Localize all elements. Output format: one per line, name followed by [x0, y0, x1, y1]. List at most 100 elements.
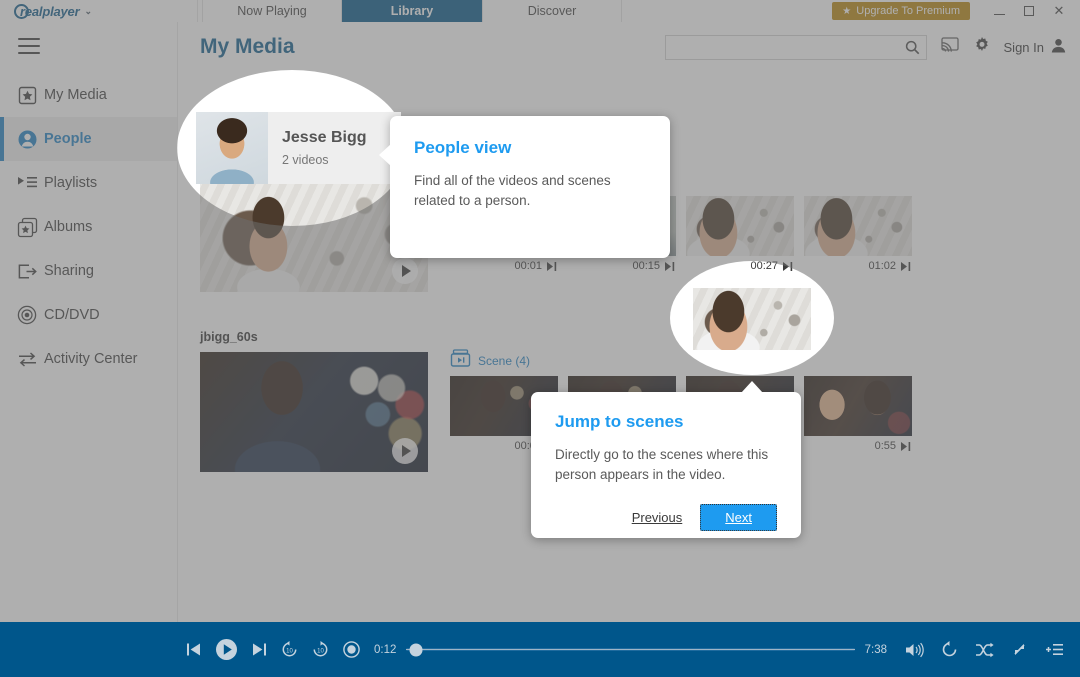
next-button[interactable]: Next [700, 504, 777, 531]
sidebar-item-label: People [44, 131, 92, 147]
tooltip-tail [379, 144, 391, 166]
window-controls-area: ★ Upgrade To Premium ✕ [832, 0, 1080, 22]
coachmark-body: Find all of the videos and scenes relate… [414, 171, 646, 210]
shuffle-icon[interactable] [975, 642, 994, 658]
maximize-button[interactable] [1014, 0, 1044, 22]
coachmark-actions: Previous Next [555, 504, 777, 531]
scene-time: 01:02 [868, 260, 896, 272]
sidebar-item-cd-dvd[interactable]: CD/DVD [0, 293, 177, 337]
sidebar-item-label: Playlists [44, 175, 97, 191]
player-bar: 10 10 0:12 7:38 [0, 622, 1080, 677]
sidebar: My Media People Playlists Albums Sharing [0, 22, 178, 622]
play-to-end-icon [547, 262, 558, 271]
sidebar-item-activity-center[interactable]: Activity Center [0, 337, 177, 381]
page-title: My Media [200, 35, 295, 59]
upgrade-to-premium-button[interactable]: ★ Upgrade To Premium [832, 2, 970, 20]
transfer-icon [10, 350, 44, 369]
sign-in-label: Sign In [1004, 40, 1044, 55]
person-video-count: 2 videos [282, 153, 366, 167]
cast-icon[interactable] [941, 37, 959, 57]
highlighted-scene[interactable] [690, 285, 814, 353]
minimize-icon [994, 14, 1005, 15]
svg-text:10: 10 [286, 648, 293, 654]
player-options [905, 641, 1064, 658]
previous-button[interactable]: Previous [632, 510, 683, 525]
scene-art [804, 196, 912, 256]
tooltip-tail [741, 381, 763, 393]
video-thumbnail[interactable] [200, 352, 428, 472]
next-label: Next [725, 510, 752, 525]
play-to-end-icon [783, 262, 794, 271]
gear-icon[interactable] [973, 36, 990, 58]
repeat-icon[interactable] [941, 641, 958, 658]
sidebar-item-label: My Media [44, 87, 107, 103]
sidebar-item-people[interactable]: People [0, 117, 177, 161]
sidebar-item-label: Activity Center [44, 351, 137, 367]
star-icon: ★ [842, 6, 851, 17]
play-icon[interactable] [215, 638, 238, 661]
coachmark-body: Directly go to the scenes where this per… [555, 445, 777, 484]
svg-text:10: 10 [317, 648, 324, 654]
skip-next-icon[interactable] [252, 642, 267, 657]
add-to-queue-icon[interactable] [1045, 642, 1064, 657]
avatar [196, 112, 268, 184]
scene-art [804, 376, 912, 436]
sidebar-item-playlists[interactable]: Playlists [0, 161, 177, 205]
search-input[interactable] [665, 35, 927, 60]
coachmark-jump-to-scenes: Jump to scenes Directly go to the scenes… [531, 392, 801, 538]
scene-time: 00:15 [632, 260, 660, 272]
sidebar-item-sharing[interactable]: Sharing [0, 249, 177, 293]
seek-slider[interactable] [406, 648, 854, 651]
playlist-icon [10, 175, 44, 192]
play-icon[interactable] [392, 258, 418, 284]
tab-now-playing[interactable]: Now Playing [202, 0, 342, 22]
scene-item[interactable]: 0:55 [804, 376, 912, 452]
realplayer-logo: realplayer ⌄ [14, 4, 92, 19]
hamburger-icon[interactable] [0, 22, 177, 73]
app-logo[interactable]: realplayer ⌄ [0, 0, 198, 22]
main-tabs: Now Playing Library Discover [202, 0, 622, 22]
realplayer-window: realplayer ⌄ Now Playing Library Discove… [0, 0, 1080, 677]
sidebar-item-label: Sharing [44, 263, 94, 279]
scene-count-label: Scene (4) [478, 354, 530, 368]
skip-previous-icon[interactable] [186, 642, 201, 657]
scene-label-group: Scene (4) [450, 352, 1080, 370]
play-to-end-icon [901, 442, 912, 451]
scene-item-selected[interactable]: 00:27 [686, 196, 794, 272]
upgrade-label: Upgrade To Premium [856, 5, 960, 17]
scene-stack-icon [450, 349, 471, 373]
coachmark-title: Jump to scenes [555, 412, 777, 432]
person-card[interactable]: Jesse Bigg 2 videos [196, 112, 401, 184]
sidebar-item-my-media[interactable]: My Media [0, 73, 177, 117]
sign-in-button[interactable]: Sign In [1004, 38, 1066, 56]
tab-library[interactable]: Library [342, 0, 482, 22]
content-header: My Media Sign In [178, 22, 1080, 72]
volume-icon[interactable] [905, 642, 924, 658]
scene-art [693, 288, 811, 350]
scene-art [686, 196, 794, 256]
sidebar-item-albums[interactable]: Albums [0, 205, 177, 249]
transport-controls: 10 10 0:12 [186, 638, 396, 661]
minimize-button[interactable] [984, 0, 1014, 22]
replay-10-icon[interactable]: 10 [281, 641, 298, 658]
person-circle-icon [10, 129, 44, 150]
expand-icon[interactable] [1011, 641, 1028, 658]
star-box-icon [10, 86, 44, 105]
close-button[interactable]: ✕ [1044, 0, 1074, 22]
search-box[interactable] [665, 35, 927, 60]
chevron-down-icon[interactable]: ⌄ [84, 6, 91, 17]
sidebar-item-label: Albums [44, 219, 92, 235]
albums-star-icon [10, 217, 44, 238]
search-icon[interactable] [905, 40, 920, 60]
play-icon[interactable] [392, 438, 418, 464]
seek-handle[interactable] [410, 643, 423, 656]
logo-bubble-icon [14, 4, 29, 19]
coachmark-title: People view [414, 138, 646, 158]
tab-discover[interactable]: Discover [482, 0, 622, 22]
record-icon[interactable] [343, 641, 360, 658]
disc-icon [10, 305, 44, 325]
forward-10-icon[interactable]: 10 [312, 641, 329, 658]
share-arrow-icon [10, 263, 44, 280]
scene-item[interactable]: 01:02 [804, 196, 912, 272]
current-time: 0:12 [374, 644, 396, 656]
